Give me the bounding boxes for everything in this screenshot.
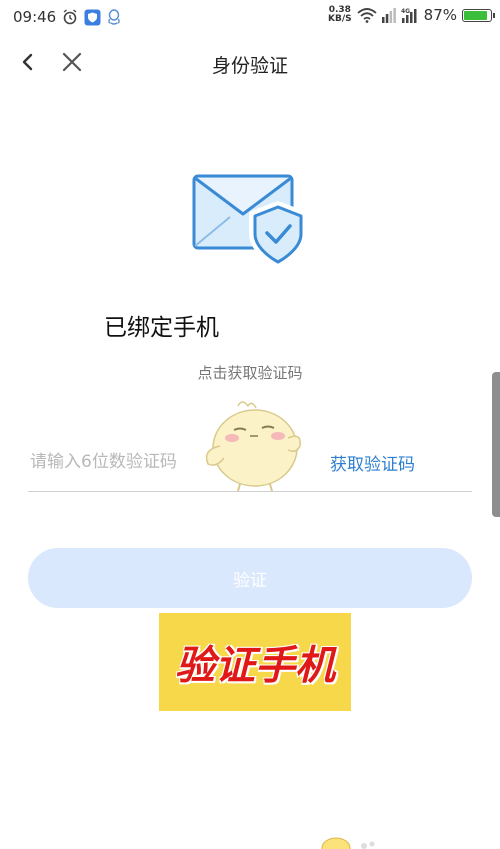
verify-phone-banner: 验证手机 — [159, 613, 351, 711]
battery-icon — [462, 8, 495, 22]
verify-button-label: 验证 — [233, 570, 267, 591]
wifi-icon — [357, 8, 377, 23]
signal-icon — [381, 8, 396, 23]
qq-icon — [108, 8, 120, 25]
shield-app-icon — [84, 9, 101, 25]
speed-unit: KB/S — [328, 14, 352, 24]
svg-text:4G: 4G — [401, 8, 410, 15]
status-right: 0.38 KB/S 4G 87% — [328, 6, 495, 24]
signal-4g-icon: 4G — [401, 8, 417, 23]
status-bar: 09:46 0.38 KB/S 4G 87% — [0, 0, 500, 36]
status-time: 09:46 — [13, 8, 57, 26]
get-code-button[interactable]: 获取验证码 — [330, 450, 415, 475]
battery-percent: 87% — [423, 6, 457, 24]
chick-sticker-icon — [205, 401, 301, 492]
network-speed: 0.38 KB/S — [328, 6, 352, 24]
status-left: 09:46 — [13, 8, 121, 26]
verify-button[interactable]: 验证 — [28, 548, 472, 608]
get-code-hint: 点击获取验证码 — [197, 364, 303, 382]
page-title: 身份验证 — [211, 55, 288, 77]
envelope-shield-icon — [192, 174, 307, 269]
banner-text: 验证手机 — [175, 643, 335, 689]
battery-fill — [464, 10, 487, 20]
scroll-handle[interactable] — [492, 372, 500, 517]
bound-phone-title: 已绑定手机 — [104, 315, 219, 341]
alarm-icon — [63, 9, 77, 25]
nav-bar: 身份验证 — [0, 36, 500, 90]
chick-peek-icon — [321, 837, 375, 849]
